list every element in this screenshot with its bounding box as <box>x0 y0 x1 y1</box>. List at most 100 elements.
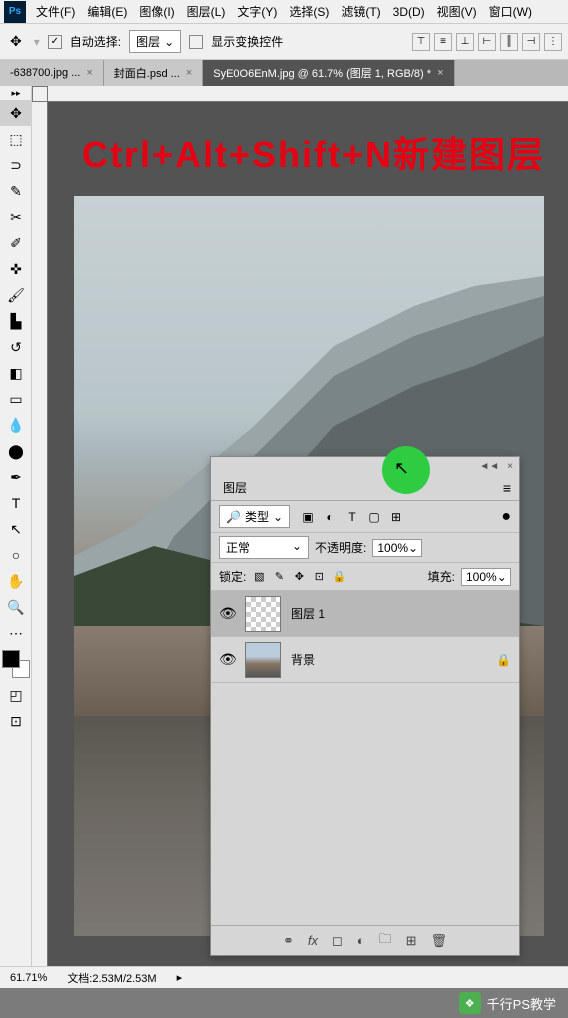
stamp-tool[interactable]: ▙ <box>0 308 32 334</box>
align-right-icon[interactable]: ⊣ <box>522 33 540 51</box>
marquee-tool[interactable]: ⬚ <box>0 126 32 152</box>
collapse-icon[interactable]: ▸▸ <box>0 86 32 100</box>
cursor-icon: ↖ <box>394 458 409 479</box>
auto-select-checkbox[interactable]: ✓ <box>48 35 62 49</box>
layer-mask-icon[interactable]: ◻ <box>332 933 343 949</box>
lock-pixels-icon[interactable]: ▧ <box>252 570 266 583</box>
quick-mask-icon[interactable]: ◰ <box>0 682 32 708</box>
blend-mode-select[interactable]: 正常⌄ <box>219 536 309 559</box>
blur-tool[interactable]: 💧 <box>0 412 32 438</box>
menu-select[interactable]: 选择(S) <box>283 3 335 20</box>
show-transform-label: 显示变换控件 <box>211 33 283 50</box>
layer-thumbnail[interactable] <box>245 596 281 632</box>
align-left-icon[interactable]: ⊢ <box>478 33 496 51</box>
healing-tool[interactable]: ✜ <box>0 256 32 282</box>
close-icon[interactable]: × <box>86 67 92 79</box>
shape-tool[interactable]: ○ <box>0 542 32 568</box>
align-hcenter-icon[interactable]: ║ <box>500 33 518 51</box>
ruler-corner <box>32 86 48 102</box>
menu-edit[interactable]: 编辑(E) <box>81 3 133 20</box>
brush-tool[interactable]: 🖌 <box>0 282 32 308</box>
screen-mode-icon[interactable]: ⊡ <box>0 708 32 734</box>
menu-layer[interactable]: 图层(L) <box>181 3 232 20</box>
history-brush-tool[interactable]: ↺ <box>0 334 32 360</box>
close-icon[interactable]: × <box>186 67 192 79</box>
crop-tool[interactable]: ✂ <box>0 204 32 230</box>
opacity-input[interactable]: 100%⌄ <box>372 539 422 557</box>
type-tool[interactable]: T <box>0 490 32 516</box>
color-swatches[interactable] <box>2 650 30 678</box>
doc-tab-2[interactable]: SyE0O6EnM.jpg @ 61.7% (图层 1, RGB/8) * × <box>203 60 454 86</box>
layer-name[interactable]: 图层 1 <box>291 605 325 622</box>
close-panel-icon[interactable]: × <box>507 461 513 472</box>
layer-thumbnail[interactable] <box>245 642 281 678</box>
filter-type-select[interactable]: 🔎 类型 ⌄ <box>219 505 290 528</box>
layer-item[interactable]: 👁 背景 🔒 <box>211 637 519 683</box>
eyedropper-tool[interactable]: ✐ <box>0 230 32 256</box>
new-group-icon[interactable]: 🗀 <box>379 930 392 952</box>
lock-brush-icon[interactable]: ✎ <box>272 570 286 583</box>
zoom-value[interactable]: 61.71% <box>10 972 47 984</box>
link-layers-icon[interactable]: ⚭ <box>283 933 294 949</box>
path-select-tool[interactable]: ↖ <box>0 516 32 542</box>
ruler-vertical[interactable] <box>32 86 48 984</box>
canvas-area[interactable]: Ctrl+Alt+Shift+N新建图层 ↖ ◄◄ × 图层 ≡ <box>32 86 568 984</box>
menu-window[interactable]: 窗口(W) <box>483 3 538 20</box>
lasso-tool[interactable]: ⊃ <box>0 152 32 178</box>
doc-tab-0[interactable]: -638700.jpg ... × <box>0 60 104 86</box>
auto-select-target[interactable]: 图层⌄ <box>129 30 181 53</box>
visibility-icon[interactable]: 👁 <box>219 605 235 622</box>
menu-file[interactable]: 文件(F) <box>30 3 81 20</box>
lock-label: 锁定: <box>219 568 246 585</box>
visibility-icon[interactable]: 👁 <box>219 651 235 668</box>
gradient-tool[interactable]: ▭ <box>0 386 32 412</box>
fill-input[interactable]: 100%⌄ <box>461 568 511 586</box>
move-tool[interactable]: ✥ <box>0 100 32 126</box>
layer-item[interactable]: 👁 图层 1 <box>211 591 519 637</box>
filter-type-icon[interactable]: T <box>344 510 360 524</box>
align-bottom-icon[interactable]: ⊥ <box>456 33 474 51</box>
layers-tab[interactable]: 图层 <box>211 475 259 500</box>
edit-toolbar-icon[interactable]: ⋯ <box>0 620 32 646</box>
lock-position-icon[interactable]: ✥ <box>292 570 306 583</box>
show-transform-checkbox[interactable] <box>189 35 203 49</box>
layer-fx-icon[interactable]: fx <box>308 933 318 948</box>
menu-3d[interactable]: 3D(D) <box>387 5 431 19</box>
doc-tab-1[interactable]: 封面白.psd ... × <box>104 60 203 86</box>
doc-size[interactable]: 文档:2.53M/2.53M <box>67 970 156 986</box>
panel-menu-icon[interactable]: ≡ <box>495 480 519 496</box>
ruler-horizontal[interactable] <box>48 86 568 102</box>
menu-view[interactable]: 视图(V) <box>431 3 483 20</box>
filter-toggle-icon[interactable]: ● <box>501 508 511 526</box>
menu-type[interactable]: 文字(Y) <box>231 3 283 20</box>
foreground-color[interactable] <box>2 650 20 668</box>
filter-smart-icon[interactable]: ⊞ <box>388 510 404 524</box>
filter-shape-icon[interactable]: ▢ <box>366 510 382 524</box>
layers-panel[interactable]: ◄◄ × 图层 ≡ 🔎 类型 ⌄ ▣ ◐ T ▢ ⊞ ● 正常⌄ <box>210 456 520 956</box>
quick-select-tool[interactable]: ✎ <box>0 178 32 204</box>
dodge-tool[interactable]: ⬤ <box>0 438 32 464</box>
menu-image[interactable]: 图像(I) <box>133 3 180 20</box>
new-layer-icon[interactable]: ⊞ <box>406 933 417 949</box>
eraser-tool[interactable]: ◧ <box>0 360 32 386</box>
lock-all-icon[interactable]: 🔒 <box>332 570 346 583</box>
collapse-panel-icon[interactable]: ◄◄ <box>479 461 499 472</box>
filter-pixel-icon[interactable]: ▣ <box>300 510 316 524</box>
distribute-icon[interactable]: ⋮ <box>544 33 562 51</box>
close-icon[interactable]: × <box>437 67 443 79</box>
adjustment-layer-icon[interactable]: ◐ <box>357 933 365 948</box>
filter-adjust-icon[interactable]: ◐ <box>322 510 338 524</box>
layers-footer: ⚭ fx ◻ ◐ 🗀 ⊞ 🗑 <box>211 925 519 955</box>
hand-tool[interactable]: ✋ <box>0 568 32 594</box>
align-top-icon[interactable]: ⊤ <box>412 33 430 51</box>
pen-tool[interactable]: ✒ <box>0 464 32 490</box>
delete-layer-icon[interactable]: 🗑 <box>431 933 448 949</box>
panel-controls: ◄◄ × <box>211 457 519 475</box>
menu-filter[interactable]: 滤镜(T) <box>335 3 386 20</box>
align-vcenter-icon[interactable]: ≡ <box>434 33 452 51</box>
tools-panel: ▸▸ ✥ ⬚ ⊃ ✎ ✂ ✐ ✜ 🖌 ▙ ↺ ◧ ▭ 💧 ⬤ ✒ T ↖ ○ ✋… <box>0 86 32 984</box>
layer-name[interactable]: 背景 <box>291 651 315 668</box>
lock-artboard-icon[interactable]: ⊡ <box>312 570 326 583</box>
zoom-tool[interactable]: 🔍 <box>0 594 32 620</box>
lock-icon: 🔒 <box>496 653 511 667</box>
